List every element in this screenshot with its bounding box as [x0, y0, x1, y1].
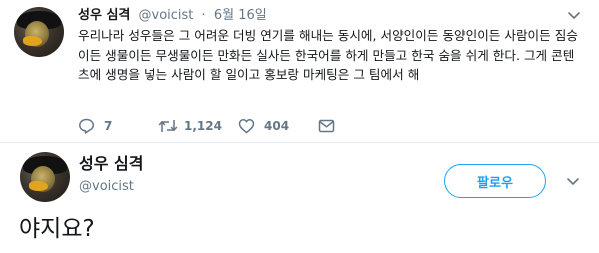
avatar-beak-shape	[23, 36, 42, 46]
retweet-icon	[158, 120, 178, 132]
chevron-down-icon[interactable]	[566, 174, 580, 188]
tweet-divider	[0, 142, 599, 143]
header-separator: ·	[201, 8, 206, 23]
chevron-down-icon[interactable]	[567, 8, 581, 22]
tweet-date[interactable]: 6월 16일	[214, 8, 267, 23]
retweet-count: 1,124	[184, 119, 222, 133]
avatar[interactable]	[14, 7, 64, 57]
author-handle[interactable]: @voicist	[139, 8, 194, 23]
tweet-text: 야지요?	[19, 216, 95, 242]
author-name[interactable]: 성우 심격	[78, 8, 130, 23]
like-count: 404	[264, 119, 290, 133]
author-handle[interactable]: @voicist	[79, 178, 134, 196]
avatar-beak-shape	[29, 181, 48, 191]
reply-icon	[79, 118, 95, 134]
parent-tweet[interactable]: 성우 심격 @voicist · 6월 16일 우리나라 성우들은 그 어려운 …	[0, 0, 599, 142]
tweet-header: 성우 심격 @voicist · 6월 16일	[78, 8, 267, 24]
reply-count: 7	[104, 119, 113, 133]
direct-message-icon	[318, 119, 335, 133]
tweet-thread: 성우 심격 @voicist · 6월 16일 우리나라 성우들은 그 어려운 …	[0, 0, 599, 253]
follow-button[interactable]: 팔로우	[444, 164, 546, 198]
like-icon	[238, 119, 255, 134]
tweet-text: 우리나라 성우들은 그 어려운 더빙 연기를 해내는 동시에, 서양인이든 동양…	[78, 28, 578, 82]
author-name[interactable]: 성우 심격	[79, 154, 143, 174]
avatar[interactable]	[20, 152, 70, 202]
